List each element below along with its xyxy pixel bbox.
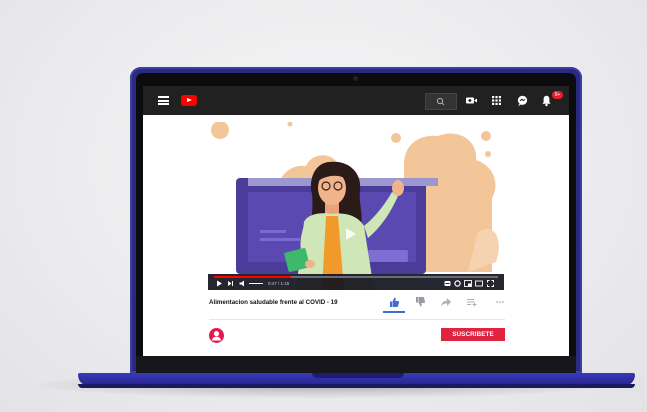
- more-icon[interactable]: [493, 296, 507, 308]
- video-player[interactable]: [208, 122, 504, 290]
- board-line: [260, 230, 286, 233]
- play-icon[interactable]: [216, 280, 223, 287]
- miniplayer-icon[interactable]: [464, 280, 472, 287]
- volume-icon[interactable]: [239, 280, 247, 287]
- captions-icon[interactable]: [444, 280, 451, 287]
- next-icon[interactable]: [227, 280, 234, 287]
- decor-dot: [485, 151, 491, 157]
- decor-dot: [391, 133, 401, 143]
- save-icon[interactable]: [465, 296, 479, 308]
- user-avatar-icon: [211, 331, 222, 341]
- create-video-icon[interactable]: [465, 94, 478, 107]
- video-title: Alimentacion saludable frente al COVID -…: [209, 299, 338, 306]
- progress-bar[interactable]: [214, 276, 498, 278]
- decor-dot: [211, 122, 229, 139]
- subscribe-button[interactable]: SUSCRIBETE: [441, 328, 505, 341]
- youtube-header: 9+: [143, 86, 569, 115]
- divider: [209, 319, 505, 320]
- search-button[interactable]: [425, 93, 457, 110]
- laptop-base-edge: [78, 384, 635, 388]
- like-icon[interactable]: [387, 296, 401, 308]
- channel-avatar[interactable]: [209, 328, 224, 343]
- fullscreen-icon[interactable]: [487, 280, 494, 287]
- search-icon: [436, 97, 445, 106]
- notifications-bell-icon[interactable]: [540, 94, 553, 107]
- board-icon: [368, 250, 408, 262]
- time-display: 0:47 / 1:15: [268, 281, 290, 286]
- theater-icon[interactable]: [475, 280, 483, 287]
- decor-dot: [481, 131, 491, 141]
- laptop-opening-notch: [312, 373, 404, 378]
- progress-fill: [214, 276, 291, 278]
- settings-icon[interactable]: [454, 280, 461, 287]
- video-thumbnail-illustration: [211, 122, 499, 290]
- laptop-screen: 9+ 0:47 / 1:15 Alimentacion saludable fr…: [143, 86, 569, 356]
- hamburger-menu-icon[interactable]: [158, 96, 169, 105]
- apps-grid-icon[interactable]: [490, 94, 503, 107]
- notification-count-badge: 9+: [552, 91, 563, 99]
- volume-slider[interactable]: [249, 283, 263, 284]
- youtube-logo-icon[interactable]: [181, 95, 197, 106]
- share-icon[interactable]: [439, 296, 453, 308]
- laptop-chin: [136, 356, 576, 373]
- player-controls: 0:47 / 1:15: [208, 274, 504, 290]
- like-active-underline: [383, 311, 405, 313]
- board-line: [260, 238, 300, 241]
- dislike-icon[interactable]: [413, 296, 427, 308]
- webcam: [353, 76, 358, 81]
- messages-icon[interactable]: [516, 94, 529, 107]
- decor-dot: [287, 122, 293, 127]
